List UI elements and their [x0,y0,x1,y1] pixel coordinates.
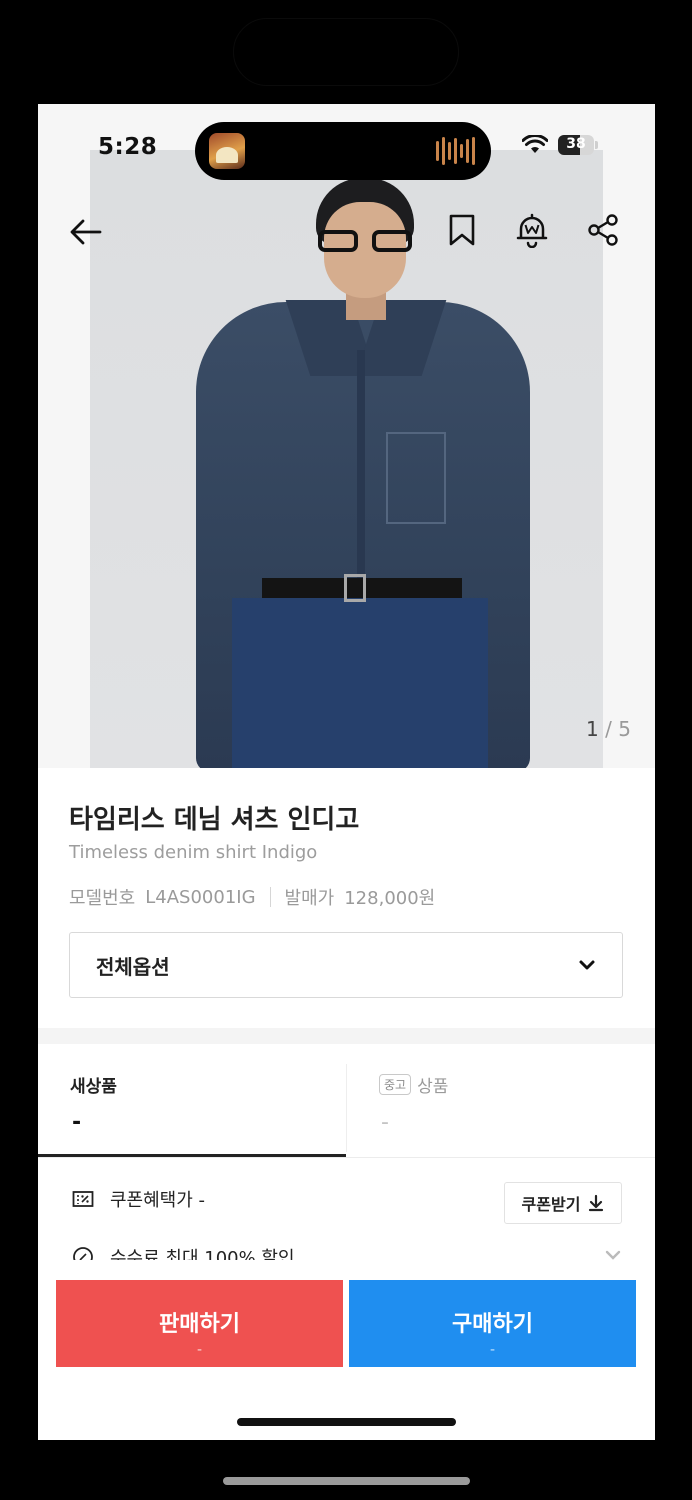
buy-button-label: 구매하기 [452,1311,533,1337]
bookmark-icon[interactable] [444,212,480,248]
options-label: 전체옵션 [96,954,170,979]
shirt-pocket-shape [386,432,446,524]
status-icons: 38 [522,135,598,155]
music-app-icon [209,133,245,169]
used-badge: 중고 [379,1074,412,1095]
download-icon [589,1194,604,1212]
status-time: 5:28 [98,134,158,160]
product-title: 타임리스 데님 셔츠 인디고 [69,805,360,835]
gallery-counter: 1 / 5 [586,717,631,741]
dynamic-island[interactable] [195,122,491,180]
buy-price: - [489,1341,496,1358]
model-number-label: 모델번호 [69,888,136,909]
sell-price: - [196,1341,203,1358]
product-gallery[interactable]: 1 / 5 [38,104,655,768]
coupon-icon [72,1191,94,1207]
coupon-price-label: 쿠폰혜택가 - [110,1190,206,1211]
section-divider [38,1028,655,1044]
home-indicator[interactable] [237,1418,456,1426]
gallery-total: 5 [618,717,631,741]
tab-used-label: 상품 [417,1077,449,1097]
get-coupon-button[interactable]: 쿠폰받기 [504,1182,622,1224]
tab-used-price: - [381,1110,389,1135]
app-screen: 1 / 5 5:28 38 타임리스 데님 셔츠 인디고 Timeless de… [38,104,655,1440]
coupon-row: 쿠폰혜택가 - [72,1186,205,1212]
tab-new-price: - [72,1110,82,1135]
product-subtitle: Timeless denim shirt Indigo [69,842,318,863]
wifi-icon [522,135,548,153]
meta-divider [269,887,271,907]
tab-used-product[interactable]: 중고 상품 - [347,1044,655,1158]
release-price-value: 128,000원 [344,888,436,909]
share-icon[interactable] [586,212,622,248]
tab-used-label-group: 중고 상품 [379,1072,448,1097]
tab-new-product[interactable]: 새상품 - [38,1044,346,1158]
purchase-action-bar: 판매하기 - 구매하기 - [38,1260,655,1440]
belt-buckle-shape [344,574,366,602]
tab-new-label: 새상품 [70,1077,117,1097]
price-alert-bell-icon[interactable] [514,212,550,248]
jeans-shape [232,598,488,768]
audio-waveform-icon [436,137,475,165]
device-bottom-bar [223,1477,470,1485]
release-price-label: 발매가 [284,888,335,909]
back-arrow-icon[interactable] [68,214,104,250]
gallery-current: 1 [586,717,599,741]
camera-notch [233,18,459,86]
options-select[interactable]: 전체옵션 [69,932,623,998]
battery-percent: 38 [566,136,586,152]
get-coupon-label: 쿠폰받기 [521,1195,581,1214]
tabs-bottom-line [38,1157,655,1158]
glasses-shape [318,230,412,252]
chevron-down-icon [579,960,595,970]
product-meta: 모델번호 L4AS0001IG 발매가 128,000원 [69,884,435,910]
gallery-separator: / [605,717,612,741]
sell-button[interactable]: 판매하기 - [56,1280,343,1367]
sell-button-label: 판매하기 [159,1311,240,1337]
active-tab-indicator [38,1154,346,1157]
buy-button[interactable]: 구매하기 - [349,1280,636,1367]
model-number-value: L4AS0001IG [145,886,256,908]
battery-icon: 38 [558,135,598,155]
